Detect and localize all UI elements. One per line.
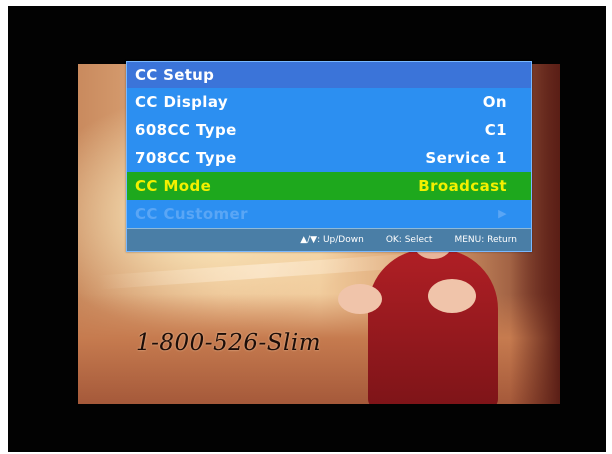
menu-item-value: C1: [484, 121, 507, 139]
menu-item-value: Broadcast: [418, 177, 507, 195]
presenter-torso: [368, 249, 498, 404]
help-navigate: ▲/▼: Up/Down: [300, 235, 364, 245]
menu-item-label: 708CC Type: [135, 149, 237, 167]
menu-item-cc-display[interactable]: CC Display On: [127, 88, 531, 116]
help-select: OK: Select: [385, 235, 433, 245]
menu-item-label: CC Display: [135, 93, 229, 111]
menu-item-label: CC Customer: [135, 205, 248, 223]
menu-title: CC Setup: [127, 62, 531, 88]
menu-item-value: Service 1: [425, 149, 507, 167]
phone-number-caption: 1-800-526-Slim: [136, 330, 322, 356]
tv-screen: 1-800-526-Slim CC Setup CC Display On 60…: [8, 6, 606, 452]
menu-item-708cc-type[interactable]: 708CC Type Service 1: [127, 144, 531, 172]
menu-item-label: 608CC Type: [135, 121, 237, 139]
cc-setup-menu: CC Setup CC Display On 608CC Type C1 708…: [126, 61, 532, 252]
help-return: MENU: Return: [454, 235, 517, 245]
menu-item-cc-mode[interactable]: CC Mode Broadcast: [127, 172, 531, 200]
menu-item-cc-customer[interactable]: CC Customer ▶: [127, 200, 531, 228]
presenter-right-hand: [428, 279, 476, 313]
menu-item-label: CC Mode: [135, 177, 212, 195]
menu-help-bar: ▲/▼: Up/Down OK: Select MENU: Return: [127, 228, 531, 251]
presenter-left-hand: [338, 284, 382, 314]
chevron-right-icon: ▶: [498, 207, 507, 220]
menu-item-608cc-type[interactable]: 608CC Type C1: [127, 116, 531, 144]
menu-item-value: On: [482, 93, 507, 111]
